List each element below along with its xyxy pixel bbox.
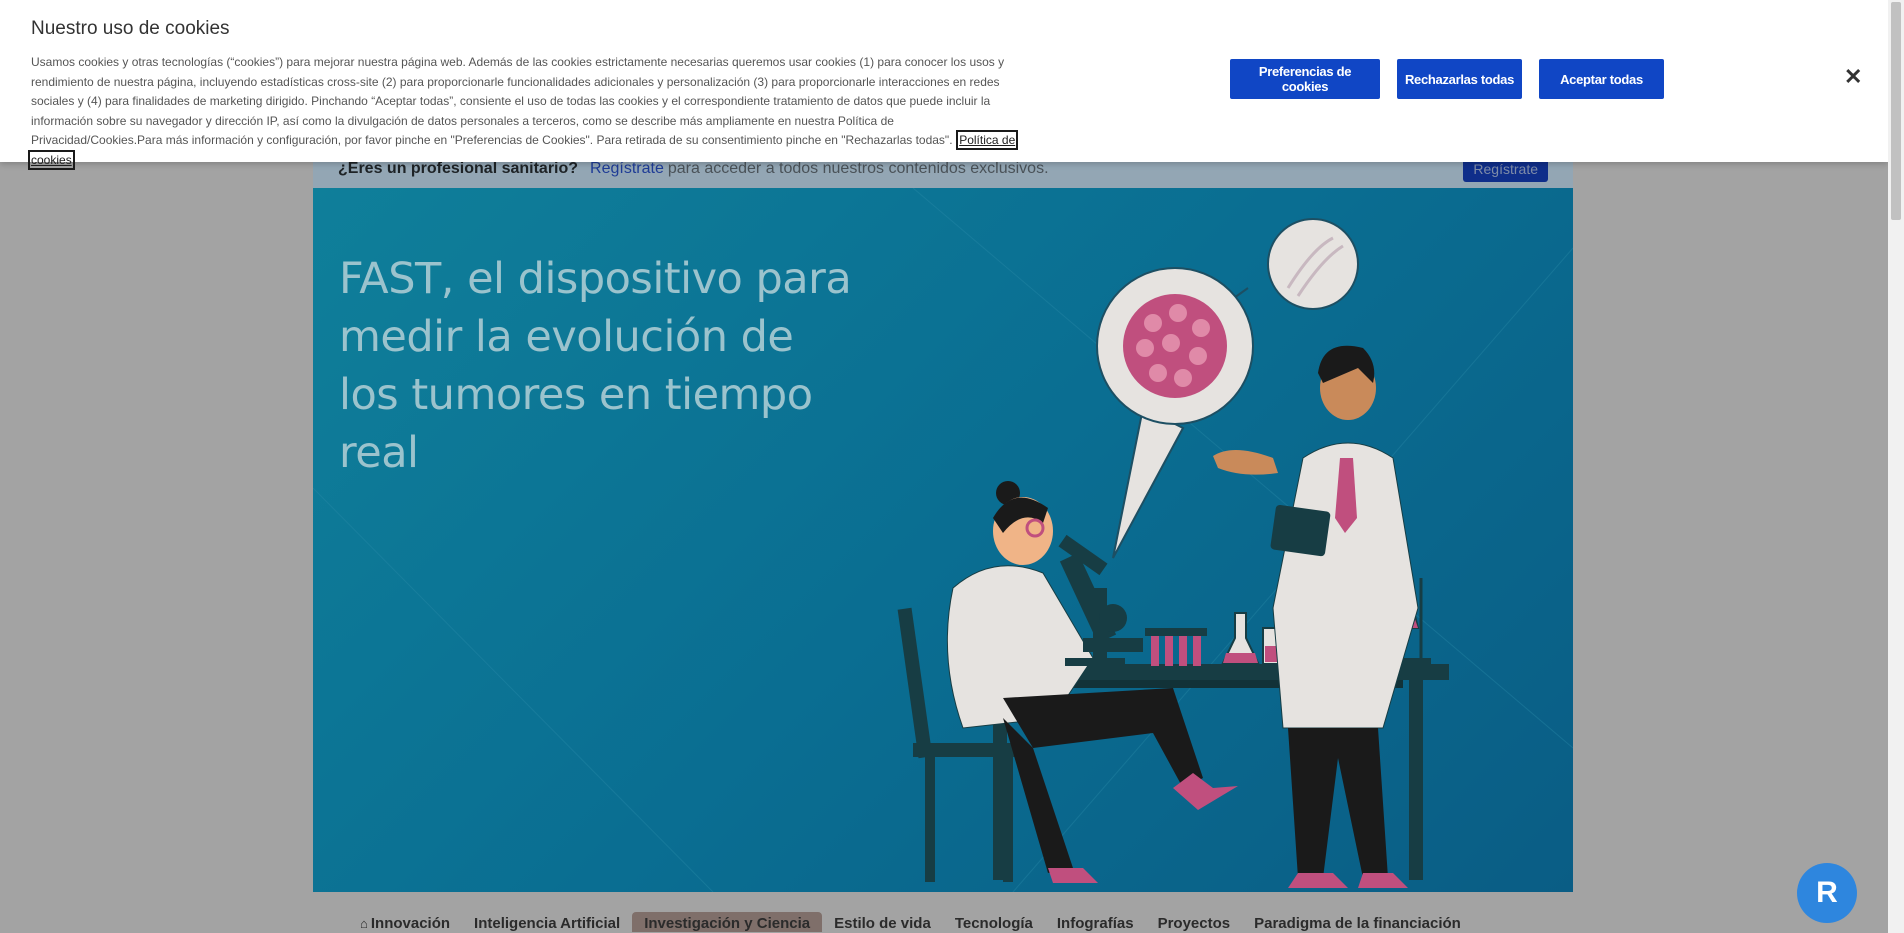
nav-item-investigacion-ciencia[interactable]: Investigación y Ciencia (632, 912, 823, 932)
cookie-accept-all-button[interactable]: Aceptar todas (1539, 59, 1664, 99)
cookie-banner: Nuestro uso de cookies Usamos cookies y … (0, 0, 1888, 170)
nav-item-tecnologia[interactable]: Tecnología (943, 912, 1045, 932)
nav-item-paradigma-financiacion[interactable]: Paradigma de la financiación (1242, 912, 1473, 932)
cookie-reject-all-button[interactable]: Rechazarlas todas (1397, 59, 1522, 99)
close-icon[interactable]: ✕ (1844, 64, 1862, 90)
nav-item-estilo-de-vida[interactable]: Estilo de vida (822, 912, 943, 932)
hero-banner[interactable]: FAST, el dispositivo para medir la evolu… (313, 188, 1573, 892)
nav-item-inteligencia-artificial[interactable]: Inteligencia Artificial (462, 912, 632, 932)
nav-item-innovacion[interactable]: ⌂ Innovación (348, 912, 462, 932)
cell-bubble-icon (1096, 267, 1254, 559)
cookie-preferences-button[interactable]: Preferencias de cookies (1230, 59, 1380, 99)
chatbot-icon: R (1816, 876, 1838, 909)
category-nav: ⌂ Innovación Inteligencia Artificial Inve… (313, 912, 1573, 933)
scientists-illustration (313, 188, 1573, 892)
chatbot-button[interactable]: R (1797, 863, 1857, 923)
nav-item-infografias[interactable]: Infografías (1045, 912, 1146, 932)
cookie-description: Usamos cookies y otras tecnologías (“coo… (31, 55, 1005, 148)
nav-item-proyectos[interactable]: Proyectos (1146, 912, 1243, 932)
nav-item-label: Innovación (370, 915, 451, 932)
scrollbar-thumb[interactable] (1891, 2, 1901, 220)
cookie-banner-text: Usamos cookies y otras tecnologías (“coo… (27, 53, 1021, 171)
home-icon: ⌂ (360, 916, 368, 931)
cookie-banner-title: Nuestro uso de cookies (31, 18, 230, 39)
vertical-scrollbar[interactable] (1888, 0, 1904, 933)
